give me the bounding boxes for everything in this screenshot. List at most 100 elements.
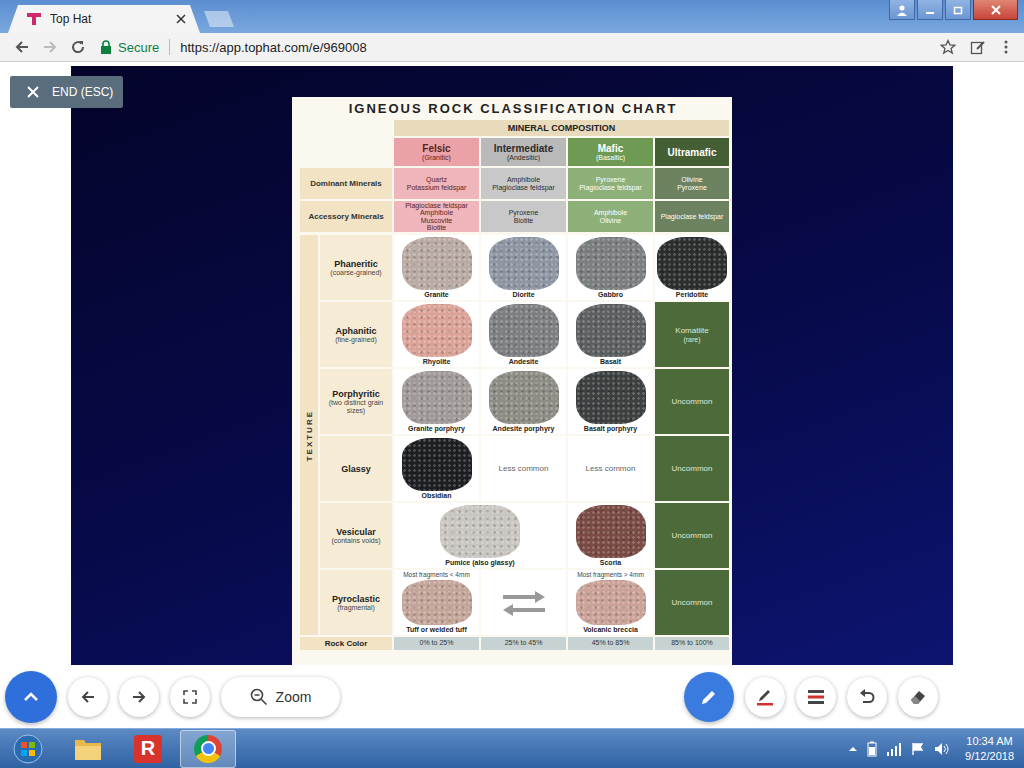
- composition-column-header: Felsic(Granitic): [394, 138, 479, 166]
- pencil-icon: [699, 687, 719, 707]
- rock-cell: Diorite: [481, 235, 566, 300]
- forward-button[interactable]: [36, 33, 64, 61]
- texture-section: TEXTUREPhaneritic(coarse-grained)Granite…: [300, 235, 726, 635]
- rock-cell: Peridotite: [655, 235, 729, 300]
- rock-photo: [657, 237, 727, 290]
- minimize-icon: [925, 5, 935, 15]
- right-arrow-icon: [131, 689, 147, 705]
- taskbar: R 10:34 AM9/12/2018: [0, 728, 1024, 768]
- cell-text: Uncommon: [672, 397, 713, 406]
- clock[interactable]: 10:34 AM9/12/2018: [965, 734, 1014, 764]
- address-bar: Securehttps://app.tophat.com/e/969008: [0, 33, 1024, 62]
- rock-name: Andesite porphyry: [493, 425, 555, 432]
- rock-cell: Gabbro: [568, 235, 653, 300]
- next-slide-button[interactable]: [119, 677, 159, 717]
- volume-icon[interactable]: [934, 742, 950, 756]
- composition-header: MINERAL COMPOSITION: [394, 120, 729, 136]
- rock-photo: [576, 237, 646, 290]
- lock-icon: [100, 40, 112, 54]
- eraser-button[interactable]: [898, 677, 938, 717]
- previous-slide-button[interactable]: [68, 677, 108, 717]
- rock-cell: Granite: [394, 235, 479, 300]
- rock-name: Tuff or welded tuff: [406, 626, 467, 633]
- signal-icon[interactable]: [886, 742, 902, 756]
- row-label: Dominant Minerals: [300, 168, 392, 199]
- tab-title: Top Hat: [50, 12, 168, 26]
- action-center-flag-icon[interactable]: [911, 742, 925, 756]
- bookmark-star-icon[interactable]: [940, 39, 956, 55]
- rock-cell: Scoria: [568, 503, 653, 568]
- composition-column-header: Intermediate(Andesitic): [481, 138, 566, 166]
- rock-cell: Uncommon: [655, 436, 729, 501]
- chart-title: IGNEOUS ROCK CLASSIFICATION CHART: [300, 97, 726, 120]
- rock-cell: Less common: [481, 436, 566, 501]
- tophat-favicon-icon: [26, 11, 42, 27]
- undo-button[interactable]: [847, 677, 887, 717]
- rock-name: Granite porphyry: [408, 425, 465, 432]
- line-width-button[interactable]: [796, 677, 836, 717]
- rock-cell: Andesite porphyry: [481, 369, 566, 434]
- rock-photo: [576, 371, 646, 424]
- maximize-button[interactable]: [945, 0, 971, 20]
- pen-tool-button[interactable]: [745, 677, 785, 717]
- page: IGNEOUS ROCK CLASSIFICATION CHARTMINERAL…: [0, 62, 1024, 728]
- rock-photo: [576, 580, 646, 625]
- rock-name: Andesite: [509, 358, 539, 365]
- rock-name: Basalt: [600, 358, 621, 365]
- texture-label: Glassy: [320, 436, 392, 501]
- rock-cell: Most fragments > 4mmVolcanic breccia: [568, 570, 653, 635]
- person-icon: [896, 4, 908, 16]
- rock-name: Basalt porphyry: [584, 425, 637, 432]
- dominant-minerals-cell: OlivinePyroxene: [655, 168, 729, 199]
- minimize-button[interactable]: [917, 0, 943, 20]
- screen: Top Hat Securehttps://app.tophat.com/e/96…: [0, 0, 1024, 768]
- rock-name: Rhyolite: [423, 358, 451, 365]
- texture-label: Pyroclastic(fragmental): [320, 570, 392, 635]
- rock-name: Volcanic breccia: [583, 626, 638, 633]
- profile-button[interactable]: [889, 0, 915, 20]
- battery-icon[interactable]: [867, 741, 877, 757]
- rock-cell: Basalt: [568, 302, 653, 367]
- reload-button[interactable]: [64, 33, 92, 61]
- accessory-minerals-cell: AmphiboleOlivine: [568, 201, 653, 232]
- expand-button[interactable]: [5, 671, 57, 723]
- edit-icon: [970, 39, 986, 55]
- rock-name: Obsidian: [422, 492, 452, 499]
- annotate-button[interactable]: [684, 672, 734, 722]
- window-controls: [889, 0, 1018, 20]
- accessory-minerals-cell: PyroxeneBiotite: [481, 201, 566, 232]
- red-pen-icon: [755, 687, 775, 707]
- chrome-button[interactable]: [180, 730, 236, 768]
- rock-photo: [402, 371, 472, 424]
- r-app-button[interactable]: R: [120, 730, 176, 768]
- fullscreen-icon: [183, 690, 197, 704]
- rock-photo: [489, 371, 559, 424]
- menu-button[interactable]: [992, 33, 1020, 61]
- rock-photo: [402, 237, 472, 290]
- file-explorer-button[interactable]: [60, 730, 116, 768]
- omnibox[interactable]: Securehttps://app.tophat.com/e/969008: [92, 34, 964, 60]
- close-window-button[interactable]: [973, 0, 1018, 20]
- start-button[interactable]: [0, 729, 56, 768]
- fullscreen-button[interactable]: [170, 677, 210, 717]
- back-arrow-icon: [14, 39, 30, 55]
- close-tab-icon[interactable]: [176, 14, 186, 24]
- rock-color-row: Rock Color0% to 25%25% to 45%45% to 85%8…: [300, 637, 726, 650]
- dominant-minerals-cell: AmphibolePlagioclase feldspar: [481, 168, 566, 199]
- extension-button[interactable]: [964, 33, 992, 61]
- eraser-icon: [908, 687, 928, 707]
- rock-cell: Uncommon: [655, 503, 729, 568]
- zoom-button[interactable]: Zoom: [221, 677, 340, 717]
- composition-column-header: Ultramafic: [655, 138, 729, 166]
- back-button[interactable]: [8, 33, 36, 61]
- browser-tab[interactable]: Top Hat: [8, 5, 200, 33]
- end-presentation-button[interactable]: END (ESC): [10, 76, 123, 108]
- rock-photo: [489, 304, 559, 357]
- chart-slide: IGNEOUS ROCK CLASSIFICATION CHARTMINERAL…: [292, 97, 732, 665]
- dominant-minerals-cell: PyroxenePlagioclase feldspar: [568, 168, 653, 199]
- new-tab-button[interactable]: [204, 11, 234, 27]
- show-hidden-icons-icon[interactable]: [848, 744, 858, 754]
- windows-logo-icon: [13, 734, 43, 764]
- rock-cell: Uncommon: [655, 570, 729, 635]
- rock-photo: [402, 438, 472, 491]
